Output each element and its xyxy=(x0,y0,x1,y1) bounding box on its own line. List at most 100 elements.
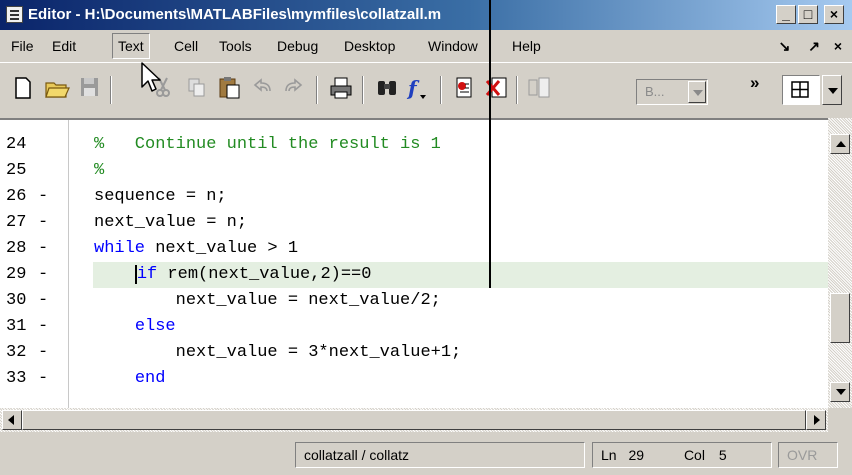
statement-text: next_value = next_value/2; xyxy=(94,291,441,310)
horizontal-scroll-thumb[interactable] xyxy=(22,410,806,430)
toolbar-separator xyxy=(362,76,364,104)
code-text: next_value = 3*next_value+1; xyxy=(94,340,462,366)
vertical-scrollbar[interactable] xyxy=(828,118,852,408)
open-folder-icon[interactable] xyxy=(44,75,70,103)
code-text: else xyxy=(94,314,176,340)
breakpoint-marker[interactable]: - xyxy=(38,340,48,366)
line-number: 26 xyxy=(6,187,27,206)
menu-text[interactable]: Text xyxy=(112,33,150,59)
code-line[interactable]: 28- while next_value > 1 xyxy=(0,236,828,262)
print-icon[interactable] xyxy=(328,75,354,103)
code-line[interactable]: 32- next_value = 3*next_value+1; xyxy=(0,340,828,366)
menu-file[interactable]: File xyxy=(11,38,34,54)
breakpoint-marker[interactable]: - xyxy=(38,262,48,288)
horizontal-scrollbar[interactable] xyxy=(0,408,852,432)
status-col-value: 5 xyxy=(718,447,727,463)
redo-icon[interactable] xyxy=(280,75,306,103)
editor-app-icon xyxy=(6,6,23,23)
comment-text: % Continue until the result is 1 xyxy=(94,135,441,154)
line-number: 27 xyxy=(6,213,27,232)
toolbar-separator xyxy=(316,76,318,104)
scrollbar-corner xyxy=(828,408,852,432)
code-line[interactable]: 30- next_value = next_value/2; xyxy=(0,288,828,314)
breakpoint-marker[interactable]: - xyxy=(38,236,48,262)
find-binoculars-icon[interactable] xyxy=(374,75,400,103)
breakpoint-marker[interactable]: - xyxy=(38,210,48,236)
editor-layout-button[interactable] xyxy=(782,75,820,105)
dock-icon[interactable]: ↘ xyxy=(779,38,791,54)
vertical-scroll-track[interactable] xyxy=(828,118,852,408)
menu-help[interactable]: Help xyxy=(512,38,541,54)
menu-debug[interactable]: Debug xyxy=(277,38,318,54)
line-number: 32 xyxy=(6,343,27,362)
new-file-icon[interactable] xyxy=(10,75,36,103)
line-number: 25 xyxy=(6,161,27,180)
scroll-right-icon[interactable] xyxy=(806,410,826,430)
code-line[interactable]: 31- else xyxy=(0,314,828,340)
menu-window[interactable]: Window xyxy=(428,38,478,54)
copy-icon[interactable] xyxy=(184,75,210,103)
status-line-value: 29 xyxy=(628,447,645,463)
code-line[interactable]: 24 % Continue until the result is 1 xyxy=(0,132,828,158)
status-overwrite: OVR xyxy=(778,442,838,468)
code-text: % Continue until the result is 1 xyxy=(94,132,441,158)
code-text: next_value = n; xyxy=(94,210,247,236)
code-line[interactable]: 27- next_value = n; xyxy=(0,210,828,236)
line-number: 24 xyxy=(6,135,27,154)
clear-breakpoints-icon[interactable] xyxy=(484,75,510,103)
breakpoint-marker[interactable]: - xyxy=(38,366,48,392)
stack-icon[interactable] xyxy=(526,75,552,103)
maximize-button[interactable]: □ xyxy=(798,5,818,24)
paste-icon[interactable] xyxy=(216,75,242,103)
title-bar[interactable]: Editor - H:\Documents\MATLABFiles\mymfil… xyxy=(0,0,852,30)
toolbar-separator xyxy=(516,76,518,104)
window-title: Editor - H:\Documents\MATLABFiles\mymfil… xyxy=(28,6,442,23)
breakpoint-marker[interactable]: - xyxy=(38,184,48,210)
keyword-text: while xyxy=(94,239,146,258)
maximize-icon: □ xyxy=(803,6,813,22)
code-text: % xyxy=(94,158,104,184)
code-editor[interactable]: 24% Continue until the result is 1 25% 26-… xyxy=(0,118,852,408)
close-button[interactable]: × xyxy=(824,5,844,24)
scroll-down-icon[interactable] xyxy=(830,382,850,402)
code-line[interactable]: 29- if rem(next_value,2)==0 xyxy=(0,262,828,288)
editor-window: Editor - H:\Documents\MATLABFiles\mymfil… xyxy=(0,0,852,475)
code-line[interactable]: 26- sequence = n; xyxy=(0,184,828,210)
close-editor-icon[interactable]: × xyxy=(834,38,842,54)
breakpoint-marker[interactable]: - xyxy=(38,314,48,340)
toolbar-overflow-icon[interactable]: » xyxy=(750,73,759,93)
undo-icon[interactable] xyxy=(250,75,276,103)
set-breakpoint-icon[interactable] xyxy=(452,75,478,103)
mouse-pointer-icon xyxy=(141,62,161,92)
vertical-scroll-thumb[interactable] xyxy=(830,293,850,343)
undock-icon[interactable]: ↗ xyxy=(808,38,820,54)
function-browser-icon[interactable]: f xyxy=(404,75,430,103)
chevron-down-icon[interactable] xyxy=(688,81,706,103)
scroll-left-icon[interactable] xyxy=(2,410,22,430)
keyword-text: else xyxy=(134,317,176,336)
breakpoint-marker[interactable]: - xyxy=(38,288,48,314)
keyword-text: if xyxy=(134,265,158,284)
scroll-up-icon[interactable] xyxy=(830,134,850,154)
menu-tools[interactable]: Tools xyxy=(219,38,252,54)
line-number: 30 xyxy=(6,291,27,310)
code-line[interactable]: 33- end xyxy=(0,366,828,392)
grid-icon xyxy=(791,81,809,98)
menu-edit[interactable]: Edit xyxy=(52,38,76,54)
code-line[interactable]: 25% xyxy=(0,158,828,184)
annotation-callout-line xyxy=(489,0,491,288)
layout-dropdown-button[interactable] xyxy=(822,75,842,105)
stack-combo[interactable]: B... xyxy=(636,79,708,105)
line-number: 33 xyxy=(6,369,27,388)
save-icon[interactable] xyxy=(76,75,102,103)
minimize-icon: _ xyxy=(782,6,790,22)
menu-cell[interactable]: Cell xyxy=(174,38,198,54)
minimize-button[interactable]: _ xyxy=(776,5,796,24)
statement-text: next_value = 3*next_value+1; xyxy=(94,343,462,362)
code-text: while next_value > 1 xyxy=(94,236,298,262)
menu-desktop[interactable]: Desktop xyxy=(344,38,395,54)
menu-bar: File Edit Text Cell Tools Debug Desktop … xyxy=(0,30,852,62)
